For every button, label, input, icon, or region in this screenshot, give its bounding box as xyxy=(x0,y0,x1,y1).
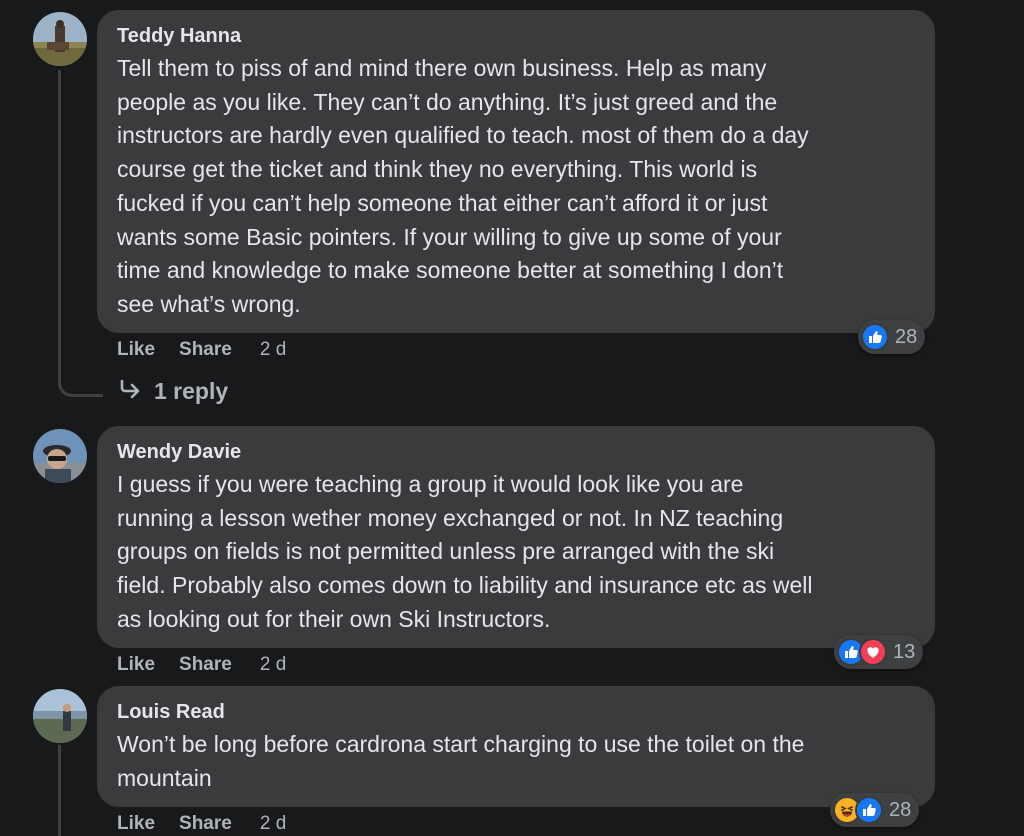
love-icon xyxy=(859,638,887,666)
comment-author[interactable]: Wendy Davie xyxy=(117,439,915,465)
avatar-louis-read[interactable] xyxy=(33,689,87,743)
share-button[interactable]: Share xyxy=(179,339,232,361)
replies-count-label: 1 reply xyxy=(154,378,229,404)
comment-timestamp[interactable]: 2 d xyxy=(260,339,286,361)
comment-text: Won’t be long before cardrona start char… xyxy=(117,731,805,791)
avatar-wendy-davie[interactable] xyxy=(33,429,87,483)
comment-bubble: Teddy Hanna Tell them to piss of and min… xyxy=(97,10,935,333)
thread-line-3 xyxy=(58,745,61,836)
like-icon xyxy=(855,796,883,824)
reaction-count: 13 xyxy=(893,640,916,663)
reaction-summary[interactable]: 13 xyxy=(834,635,924,669)
comment-text: I guess if you were teaching a group it … xyxy=(117,471,813,632)
reaction-count: 28 xyxy=(895,325,918,348)
reply-arrow-icon xyxy=(118,378,142,405)
reaction-count: 28 xyxy=(889,798,912,821)
like-button[interactable]: Like xyxy=(117,813,155,835)
thread-line-1 xyxy=(58,70,61,380)
reaction-summary[interactable]: 28 xyxy=(858,320,926,354)
reaction-summary[interactable]: 28 xyxy=(830,793,920,827)
comment-author[interactable]: Louis Read xyxy=(117,699,915,725)
comment-bubble: Louis Read Won’t be long before cardrona… xyxy=(97,686,935,807)
comment-text: Tell them to piss of and mind there own … xyxy=(117,55,809,317)
comment-timestamp[interactable]: 2 d xyxy=(260,813,286,835)
avatar-teddy-hanna[interactable] xyxy=(33,12,87,66)
comment-bubble: Wendy Davie I guess if you were teaching… xyxy=(97,426,935,648)
comment-timestamp[interactable]: 2 d xyxy=(260,654,286,676)
share-button[interactable]: Share xyxy=(179,654,232,676)
like-button[interactable]: Like xyxy=(117,339,155,361)
reply-connector xyxy=(58,370,103,397)
comment-actions: Like Share 2 d xyxy=(117,813,286,835)
like-button[interactable]: Like xyxy=(117,654,155,676)
comment-actions: Like Share 2 d xyxy=(117,654,286,676)
comment-actions: Like Share 2 d xyxy=(117,339,286,361)
view-replies-link[interactable]: 1 reply xyxy=(118,378,228,405)
share-button[interactable]: Share xyxy=(179,813,232,835)
comment-author[interactable]: Teddy Hanna xyxy=(117,23,915,49)
like-icon xyxy=(861,323,889,351)
